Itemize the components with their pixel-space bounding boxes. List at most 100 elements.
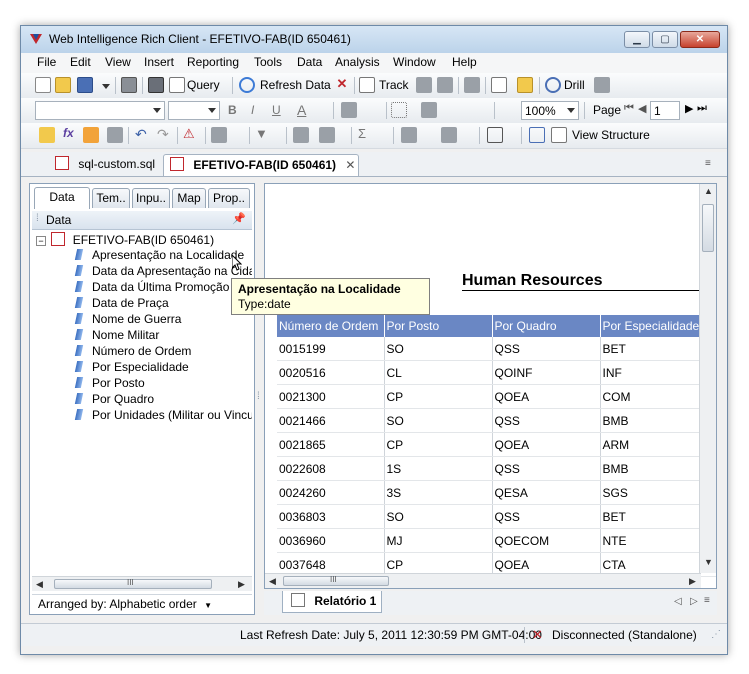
- insert-cell-icon[interactable]: [39, 127, 55, 143]
- table-cell[interactable]: 1S: [384, 456, 493, 481]
- bold-button[interactable]: B: [228, 103, 237, 117]
- borders-icon[interactable]: [391, 102, 407, 118]
- close-button[interactable]: ✕: [680, 31, 720, 48]
- table-cell[interactable]: QOEA: [492, 384, 601, 409]
- table-cell[interactable]: 0036960: [277, 528, 385, 553]
- tree-item[interactable]: Por Unidades (Militar ou Vinculado): [74, 408, 252, 424]
- table-cell[interactable]: 0022608: [277, 456, 385, 481]
- undo-icon[interactable]: ↶: [135, 126, 147, 143]
- menu-file[interactable]: File: [37, 55, 56, 69]
- scrollbar-thumb[interactable]: III: [54, 578, 212, 589]
- drill-button[interactable]: Drill: [564, 78, 585, 92]
- menu-help[interactable]: Help: [452, 55, 477, 69]
- scroll-up-icon[interactable]: ▲: [704, 186, 713, 196]
- report-list-icon[interactable]: ≡: [704, 595, 710, 606]
- tab-sql-custom[interactable]: sql-custom.sql: [55, 154, 161, 176]
- block-icon[interactable]: [464, 77, 480, 93]
- table-cell[interactable]: 0015199: [277, 337, 385, 361]
- view-structure-button[interactable]: View Structure: [572, 128, 650, 142]
- table-cell[interactable]: CL: [384, 360, 493, 385]
- table-icon[interactable]: [491, 77, 507, 93]
- edit-query-icon[interactable]: [169, 77, 185, 93]
- table-cell[interactable]: CP: [384, 432, 493, 457]
- tree-item[interactable]: Por Quadro: [74, 392, 154, 408]
- edit-query-button[interactable]: Query: [187, 78, 220, 92]
- open-folder-icon[interactable]: [55, 77, 71, 93]
- zoom-combo[interactable]: 100%: [521, 101, 579, 120]
- report-horizontal-scrollbar[interactable]: ◀ III ▶: [265, 573, 701, 588]
- structure-icon[interactable]: [529, 127, 545, 143]
- section-icon[interactable]: [487, 127, 503, 143]
- tab-list-icon[interactable]: ≡: [705, 158, 711, 169]
- italic-button[interactable]: I: [251, 103, 254, 117]
- table-cell[interactable]: 0021300: [277, 384, 385, 409]
- scrollbar-thumb[interactable]: III: [283, 575, 389, 586]
- tab-data[interactable]: Data: [34, 187, 90, 209]
- arranged-by-dropdown[interactable]: Arranged by: Alphabetic order ▼: [32, 594, 252, 612]
- first-page-icon[interactable]: ⏮: [624, 102, 634, 115]
- snapshot-icon[interactable]: [594, 77, 610, 93]
- menu-reporting[interactable]: Reporting: [187, 55, 239, 69]
- maximize-button[interactable]: ▢: [652, 31, 678, 48]
- line-style-icon[interactable]: [421, 102, 437, 118]
- report-title[interactable]: Human Resources: [462, 272, 603, 290]
- refresh-icon[interactable]: [239, 77, 255, 93]
- menu-data[interactable]: Data: [297, 55, 322, 69]
- table-cell[interactable]: QSS: [492, 504, 601, 529]
- font-name-combo[interactable]: [35, 101, 165, 120]
- scroll-left-icon[interactable]: ◀: [269, 576, 276, 587]
- menu-insert[interactable]: Insert: [144, 55, 174, 69]
- font-size-combo[interactable]: [168, 101, 220, 120]
- variable-icon[interactable]: [83, 127, 99, 143]
- drag-grip-icon[interactable]: ⁞: [36, 213, 39, 224]
- left-horizontal-scrollbar[interactable]: ◀ III ▶: [32, 576, 252, 591]
- print-icon[interactable]: [121, 77, 137, 93]
- break-icon[interactable]: [293, 127, 309, 143]
- find-icon[interactable]: [148, 77, 164, 93]
- scroll-right-icon[interactable]: ▶: [238, 579, 245, 590]
- view-structure-icon[interactable]: [551, 127, 567, 143]
- track-button[interactable]: Track: [379, 78, 409, 92]
- report-table[interactable]: Número de Ordem Por Posto Por Quadro Por…: [277, 315, 716, 577]
- save-dropdown-arrow-icon[interactable]: [102, 84, 110, 89]
- formula-icon[interactable]: fx: [63, 126, 74, 140]
- table-cell[interactable]: QOECOM: [492, 528, 601, 553]
- table-cell[interactable]: QSS: [492, 337, 601, 361]
- table-cell[interactable]: 0021466: [277, 408, 385, 433]
- resize-grip-icon[interactable]: ⋰: [711, 629, 721, 640]
- tree-item[interactable]: Data da Apresentação na Cidade: [74, 264, 252, 280]
- pin-icon[interactable]: 📌: [232, 212, 246, 225]
- redo-icon[interactable]: ↷: [157, 126, 169, 143]
- tree-item[interactable]: Nome de Guerra: [74, 312, 181, 328]
- tree-item[interactable]: Data da Última Promoção: [74, 280, 229, 296]
- tab-properties[interactable]: Prop..: [208, 188, 250, 208]
- tree-item[interactable]: Número de Ordem: [74, 344, 191, 360]
- tree-item[interactable]: Por Especialidade: [74, 360, 189, 376]
- table-cell[interactable]: SO: [384, 408, 493, 433]
- previous-page-icon[interactable]: ◀: [638, 102, 646, 115]
- refresh-data-button[interactable]: Refresh Data: [260, 78, 331, 92]
- drill-magnifier-icon[interactable]: [545, 77, 561, 93]
- column-header[interactable]: Por Posto: [384, 315, 493, 337]
- align-icon[interactable]: [211, 127, 227, 143]
- alert-icon[interactable]: ⚠: [183, 126, 195, 142]
- page-number-input[interactable]: 1: [650, 101, 680, 120]
- font-color-button[interactable]: A: [297, 102, 306, 118]
- table-cell[interactable]: 3S: [384, 480, 493, 505]
- new-document-icon[interactable]: [35, 77, 51, 93]
- menu-tools[interactable]: Tools: [254, 55, 282, 69]
- purge-icon[interactable]: ✕: [334, 77, 350, 93]
- next-page-icon[interactable]: ▶: [685, 102, 693, 115]
- tab-map[interactable]: Map: [172, 188, 206, 208]
- tab-efetivo-fab[interactable]: EFETIVO-FAB(ID 650461) ✕: [163, 154, 359, 176]
- table-cell[interactable]: 0021865: [277, 432, 385, 457]
- tree-item[interactable]: Por Posto: [74, 376, 145, 392]
- track-options-icon[interactable]: [416, 77, 432, 93]
- track-icon[interactable]: [359, 77, 375, 93]
- minimize-button[interactable]: ▁: [624, 31, 650, 48]
- underline-button[interactable]: U: [272, 103, 281, 117]
- table-cell[interactable]: QOINF: [492, 360, 601, 385]
- tree-item[interactable]: Apresentação na Localidade: [74, 248, 244, 264]
- sum-icon[interactable]: Σ: [358, 126, 366, 141]
- table-cell[interactable]: MJ: [384, 528, 493, 553]
